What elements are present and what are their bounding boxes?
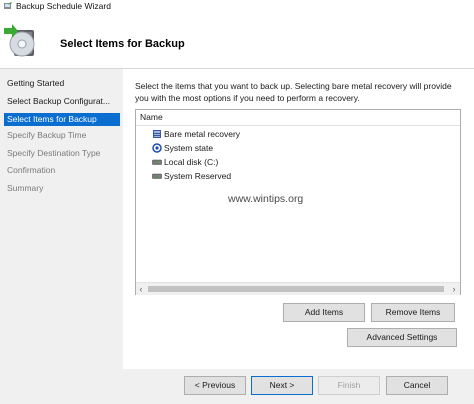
wizard-steps-nav: Getting Started Select Backup Configurat… [0,69,123,404]
next-button[interactable]: Next > [251,376,313,395]
nav-step-confirmation: Confirmation [7,165,56,175]
wizard-header: Select Items for Backup [0,12,474,68]
horizontal-scrollbar[interactable]: ‹ › [136,282,460,295]
backup-schedule-wizard-window: Backup Schedule Wizard Select Items for … [0,0,474,404]
scroll-right-icon[interactable]: › [449,283,459,295]
system-state-icon [152,143,162,153]
nav-step-specify-backup-time: Specify Backup Time [7,130,87,140]
remove-items-button[interactable]: Remove Items [371,303,455,322]
wizard-body: Getting Started Select Backup Configurat… [0,69,474,404]
list-item-local-disk-c[interactable]: Local disk (C:) [152,156,218,168]
nav-step-select-backup-configuration[interactable]: Select Backup Configurat... [4,95,120,108]
nav-step-summary: Summary [7,183,44,193]
drive-icon [152,173,162,179]
scroll-left-icon[interactable]: ‹ [136,283,146,295]
list-item-system-state[interactable]: System state [152,142,213,154]
finish-button: Finish [318,376,380,395]
list-column-header[interactable]: Name [136,110,460,126]
scrollbar-thumb[interactable] [148,286,444,292]
nav-step-getting-started[interactable]: Getting Started [4,77,120,90]
title-bar: Backup Schedule Wizard [0,0,474,12]
backup-app-icon [4,2,12,9]
window-title: Backup Schedule Wizard [16,1,111,11]
column-name-label: Name [140,112,163,122]
watermark-text: www.wintips.org [228,193,304,205]
list-item-label: System Reserved [164,171,232,181]
backup-items-list[interactable]: Name Bare metal recovery System state Lo… [135,109,461,295]
nav-step-select-items-for-backup[interactable]: Select Items for Backup [4,113,120,126]
previous-button[interactable]: < Previous [184,376,246,395]
instructions-text: Select the items that you want to back u… [135,81,452,103]
list-item-label: Local disk (C:) [164,157,219,167]
backup-wizard-icon [4,24,35,57]
list-item-label: Bare metal recovery [164,129,241,139]
list-item-label: System state [164,143,214,153]
page-title: Select Items for Backup [60,38,185,50]
server-icon [153,130,161,138]
nav-step-specify-destination-type: Specify Destination Type [7,148,101,158]
list-item-system-reserved[interactable]: System Reserved [152,170,231,182]
add-items-button[interactable]: Add Items [283,303,365,322]
content-panel: Select the items that you want to back u… [123,69,474,369]
advanced-settings-button[interactable]: Advanced Settings [347,328,457,347]
list-item-bare-metal-recovery[interactable]: Bare metal recovery [152,128,240,140]
drive-icon [152,159,162,165]
cancel-button[interactable]: Cancel [386,376,448,395]
